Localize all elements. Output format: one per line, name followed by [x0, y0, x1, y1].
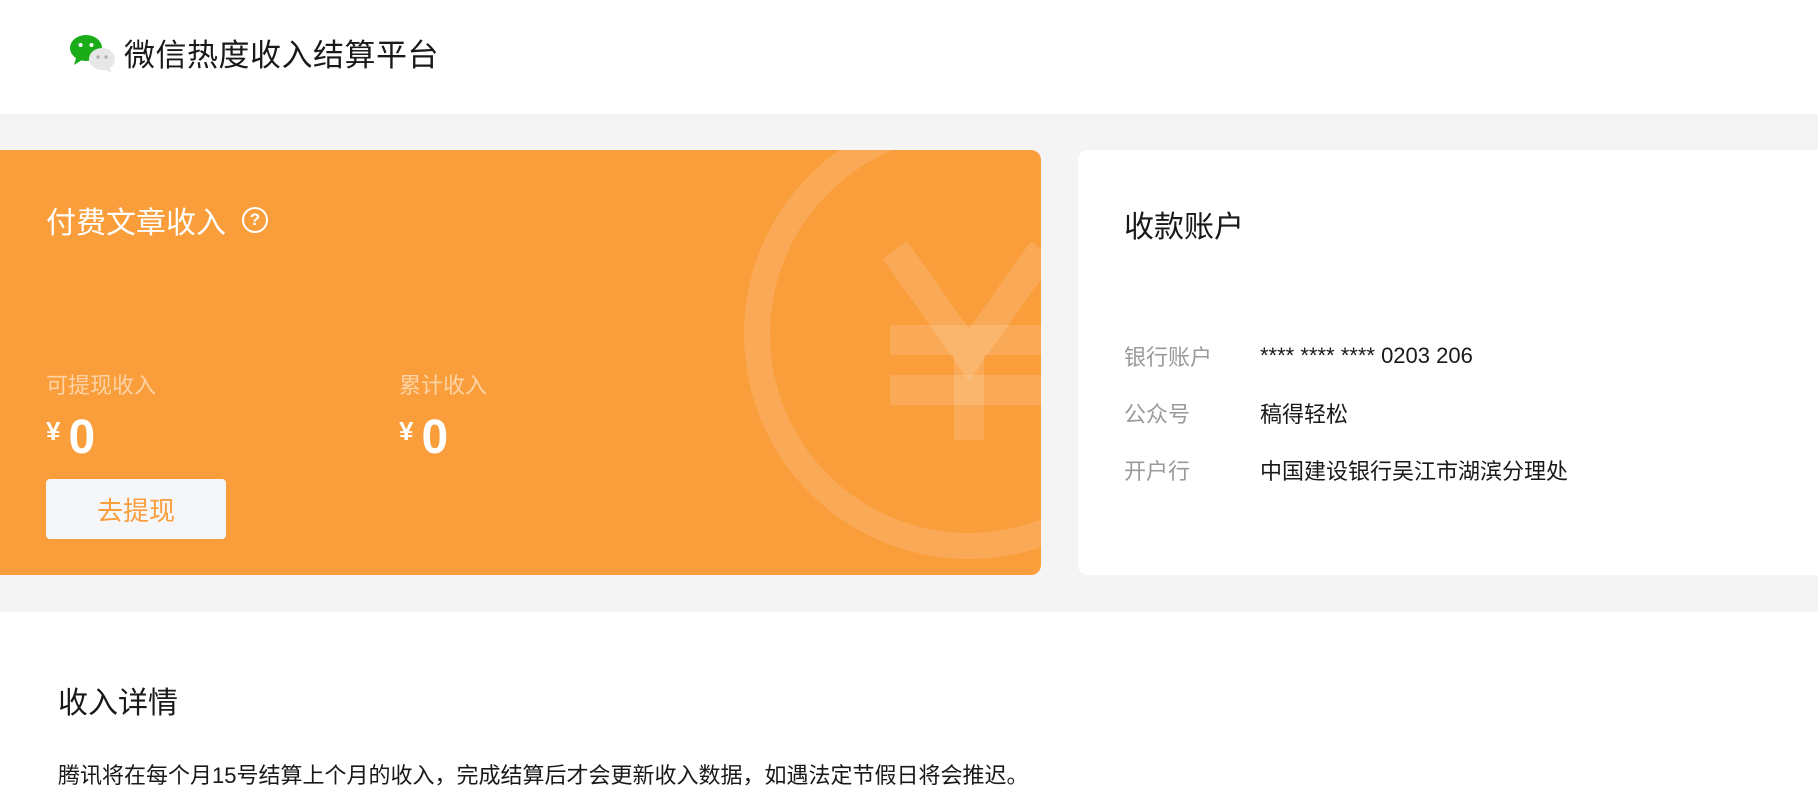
paid-article-income-card: 付费文章收入 ? 可提现收入 ¥ 0 累计收入 ¥ 0 去提现 — [0, 150, 1041, 575]
account-row-bank-branch: 开户行 中国建设银行吴江市湖滨分理处 — [1124, 454, 1568, 486]
brand: 微信热度收入结算平台 — [68, 30, 439, 75]
withdrawable-income-value: ¥ 0 — [46, 412, 156, 462]
withdrawable-income-amount: 0 — [68, 411, 96, 464]
payee-account-card: 收款账户 银行账户 **** **** **** 0203 206 公众号 稿得… — [1078, 150, 1818, 575]
account-row-value: 稿得轻松 — [1260, 402, 1349, 427]
question-circle-icon[interactable]: ? — [242, 207, 268, 233]
income-detail-title: 收入详情 — [58, 687, 178, 720]
income-card-title: 付费文章收入 — [46, 207, 226, 240]
cumulative-income-amount: 0 — [421, 411, 449, 464]
top-bar: 微信热度收入结算平台 — [0, 0, 1818, 114]
currency-symbol: ¥ — [399, 416, 414, 446]
account-row-key: 开户行 — [1124, 459, 1191, 484]
account-row-key: 公众号 — [1124, 402, 1191, 427]
account-card-title: 收款账户 — [1124, 211, 1244, 244]
cumulative-income-value: ¥ 0 — [399, 412, 487, 462]
withdraw-button[interactable]: 去提现 — [46, 479, 226, 539]
income-card-header: 付费文章收入 ? — [46, 198, 268, 242]
settlement-notice: 腾讯将在每个月15号结算上个月的收入，完成结算后才会更新收入数据，如遇法定节假日… — [58, 763, 1029, 788]
cumulative-income-label: 累计收入 — [399, 373, 488, 398]
yen-coin-icon — [744, 150, 1041, 559]
withdrawable-income: 可提现收入 ¥ 0 — [46, 368, 156, 462]
withdrawable-income-label: 可提现收入 — [46, 373, 157, 398]
income-detail-panel: 收入详情 腾讯将在每个月15号结算上个月的收入，完成结算后才会更新收入数据，如遇… — [0, 612, 1818, 804]
account-row-official-account: 公众号 稿得轻松 — [1124, 397, 1348, 429]
account-row-value: **** **** **** 0203 206 — [1260, 343, 1473, 368]
platform-title: 微信热度收入结算平台 — [124, 38, 439, 73]
account-row-key: 银行账户 — [1124, 345, 1213, 370]
account-row-bank-account: 银行账户 **** **** **** 0203 206 — [1124, 340, 1473, 372]
wechat-logo-icon — [70, 34, 115, 73]
account-row-value: 中国建设银行吴江市湖滨分理处 — [1260, 459, 1569, 484]
currency-symbol: ¥ — [46, 416, 61, 446]
cumulative-income: 累计收入 ¥ 0 — [399, 368, 487, 462]
